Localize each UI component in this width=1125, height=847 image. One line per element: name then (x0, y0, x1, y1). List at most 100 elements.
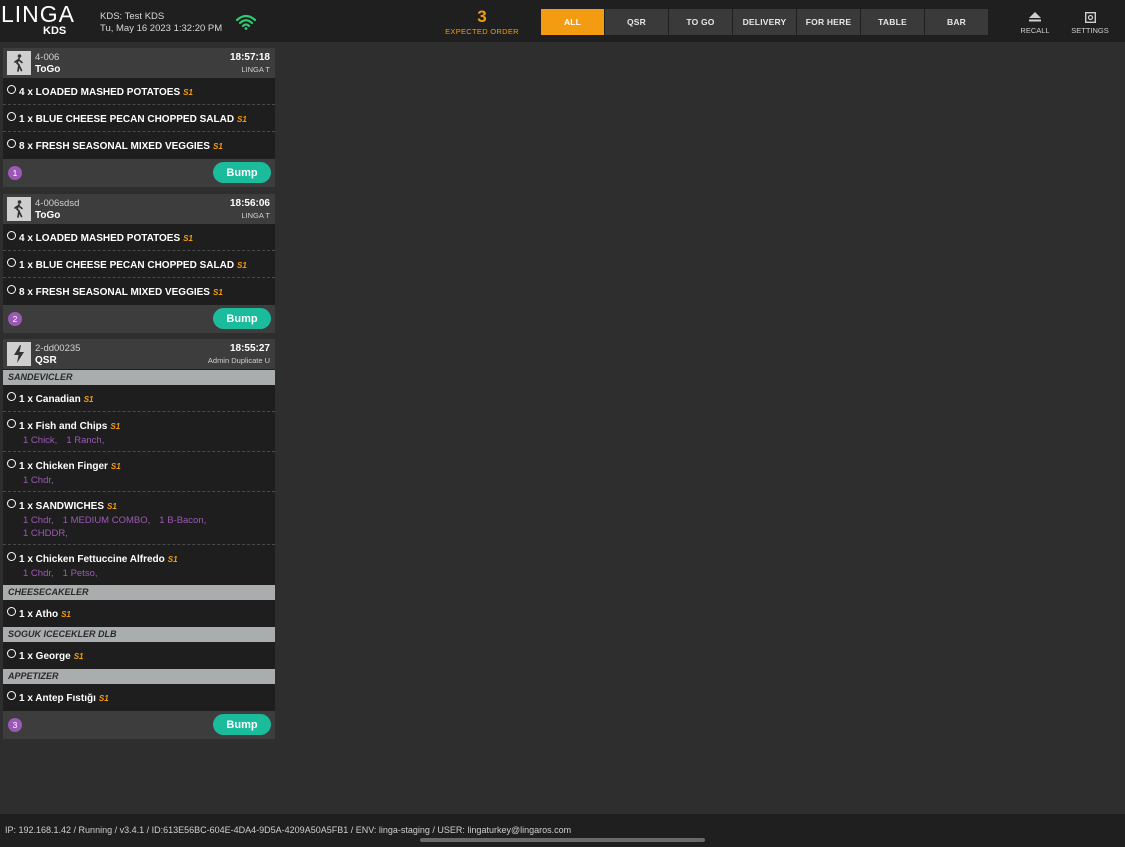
item-text: 1 x Antep Fıstığı (19, 693, 96, 704)
modifier: 1 B-Bacon, (159, 515, 207, 526)
item-modifiers: 1 Chdr, 1 MEDIUM COMBO, 1 B-Bacon, (19, 514, 271, 527)
order-time: 18:56:06 (229, 198, 270, 209)
order-time: 18:57:18 (229, 52, 270, 63)
order-footer: 3 Bump (3, 711, 275, 739)
modifier: 1 MEDIUM COMBO, (62, 515, 151, 526)
item-radio[interactable] (7, 459, 16, 468)
item-radio[interactable] (7, 231, 16, 240)
kds-datetime: Tu, May 16 2023 1:32:20 PM (100, 23, 223, 34)
order-type: ToGo (35, 210, 61, 221)
category-header: CHEESECAKELER (3, 585, 275, 600)
seat-label: S1 (98, 694, 109, 703)
order-item[interactable]: 4 x LOADED MASHED POTATOES S1 (3, 78, 275, 105)
category-items: 1 x Atho S1 (3, 600, 275, 626)
item-text: 4 x LOADED MASHED POTATOES (19, 233, 181, 244)
status-bar: IP: 192.168.1.42 / Running / v3.4.1 / ID… (0, 814, 1125, 847)
category-items: 1 x Canadian S1 1 x Fish and Chips S1 1 Ch… (3, 385, 275, 584)
item-radio[interactable] (7, 112, 16, 121)
item-text: 1 x BLUE CHEESE PECAN CHOPPED SALAD (19, 114, 235, 125)
order-item[interactable]: 1 x SANDWICHES S1 1 Chdr, 1 MEDIUM COMBO, 1… (3, 492, 275, 545)
item-radio[interactable] (7, 392, 16, 401)
seat-label: S1 (107, 502, 117, 511)
seat-label: S1 (83, 395, 94, 404)
tab-for-here[interactable]: FOR HERE (797, 9, 860, 35)
item-radio[interactable] (7, 139, 16, 148)
item-radio[interactable] (7, 258, 16, 267)
tab-all[interactable]: ALL (541, 9, 604, 35)
bump-button[interactable]: Bump (213, 162, 271, 183)
order-item[interactable]: 1 x George S1 (3, 642, 275, 668)
modifier: 1 Chdr, (23, 568, 54, 579)
tab-delivery[interactable]: DELIVERY (733, 9, 796, 35)
order-item[interactable]: 1 x BLUE CHEESE PECAN CHOPPED SALAD S1 (3, 105, 275, 132)
modifier: 1 Petso, (62, 568, 98, 579)
tab-to-go[interactable]: TO GO (669, 9, 732, 35)
order-item[interactable]: 1 x BLUE CHEESE PECAN CHOPPED SALAD S1 (3, 251, 275, 278)
seat-label: S1 (212, 142, 223, 151)
item-radio[interactable] (7, 419, 16, 428)
item-radio[interactable] (7, 85, 16, 94)
tab-table[interactable]: TABLE (861, 9, 924, 35)
recall-button[interactable]: RECALL (1013, 10, 1057, 35)
item-modifiers: 1 Chdr, (19, 474, 271, 487)
item-radio[interactable] (7, 607, 16, 616)
item-text: 1 x Atho (19, 609, 59, 620)
order-user: LINGA T (241, 65, 270, 74)
wifi-icon (236, 14, 256, 30)
expected-order-count: 3 (477, 7, 487, 26)
order-card[interactable]: 2-dd00235 QSR 18:55:27 Admin Duplicate U… (3, 339, 275, 739)
order-item[interactable]: 1 x Atho S1 (3, 600, 275, 626)
bump-button[interactable]: Bump (213, 714, 271, 735)
modifier: 1 Ranch, (66, 435, 105, 446)
settings-button[interactable]: SETTINGS (1068, 10, 1112, 35)
seat-label: S1 (237, 115, 247, 124)
item-radio[interactable] (7, 499, 16, 508)
order-item[interactable]: 8 x FRESH SEASONAL MIXED VEGGIES S1 (3, 278, 275, 304)
order-card[interactable]: 4-006 ToGo 18:57:18 LINGA T 4 x LOADED M… (3, 48, 275, 187)
item-radio[interactable] (7, 649, 16, 658)
order-item[interactable]: 1 x Chicken Finger S1 1 Chdr, (3, 452, 275, 492)
order-header: 2-dd00235 QSR 18:55:27 Admin Duplicate U (3, 339, 275, 369)
item-modifiers: 1 CHDDR, (19, 527, 271, 540)
tab-qsr[interactable]: QSR (605, 9, 668, 35)
recall-icon (1029, 12, 1041, 22)
order-item[interactable]: 1 x Antep Fıstığı S1 (3, 684, 275, 710)
tab-bar[interactable]: BAR (925, 9, 988, 35)
item-radio[interactable] (7, 285, 16, 294)
order-user: LINGA T (241, 211, 270, 220)
order-item[interactable]: 8 x FRESH SEASONAL MIXED VEGGIES S1 (3, 132, 275, 158)
order-type: QSR (35, 355, 57, 366)
expected-order-label: EXPECTED ORDER (445, 27, 519, 36)
linga-logo: LINGA KDS (1, 2, 74, 38)
seat-label: S1 (212, 288, 223, 297)
settings-label: SETTINGS (1071, 26, 1109, 35)
order-item[interactable]: 4 x LOADED MASHED POTATOES S1 (3, 224, 275, 251)
item-radio[interactable] (7, 691, 16, 700)
order-item[interactable]: 1 x Chicken Fettuccine Alfredo S1 1 Chdr,… (3, 545, 275, 584)
item-text: 1 x Canadian (19, 394, 81, 405)
scroll-handle[interactable] (420, 838, 705, 842)
order-items: 4 x LOADED MASHED POTATOES S1 1 x BLUE CH… (3, 78, 275, 158)
item-radio[interactable] (7, 552, 16, 561)
category-items: 1 x George S1 (3, 642, 275, 668)
order-header: 4-006 ToGo 18:57:18 LINGA T (3, 48, 275, 78)
item-text: 1 x George (19, 651, 71, 662)
item-text: 1 x BLUE CHEESE PECAN CHOPPED SALAD (19, 260, 235, 271)
modifier: 1 Chdr, (23, 475, 54, 486)
bump-button[interactable]: Bump (213, 308, 271, 329)
item-text: 1 x SANDWICHES (19, 501, 105, 512)
order-item[interactable]: 1 x Canadian S1 (3, 385, 275, 412)
order-number-badge: 2 (8, 312, 22, 326)
item-modifiers: 1 Chick, 1 Ranch, (19, 434, 271, 447)
kds-name: KDS: Test KDS (100, 11, 165, 22)
order-id: 2-dd00235 (35, 343, 81, 354)
expected-order: 3 EXPECTED ORDER (440, 7, 524, 37)
order-item[interactable]: 1 x Fish and Chips S1 1 Chick, 1 Ranch, (3, 412, 275, 452)
order-type-tabs: ALL QSR TO GO DELIVERY FOR HERE TABLE BA… (541, 9, 989, 35)
category-header: SANDEVICLER (3, 370, 275, 385)
order-card[interactable]: 4-006sdsd ToGo 18:56:06 LINGA T 4 x LOAD… (3, 194, 275, 333)
modifier: 1 Chick, (23, 435, 58, 446)
seat-label: S1 (183, 234, 193, 243)
gear-icon (1084, 11, 1096, 23)
seat-label: S1 (110, 462, 121, 471)
